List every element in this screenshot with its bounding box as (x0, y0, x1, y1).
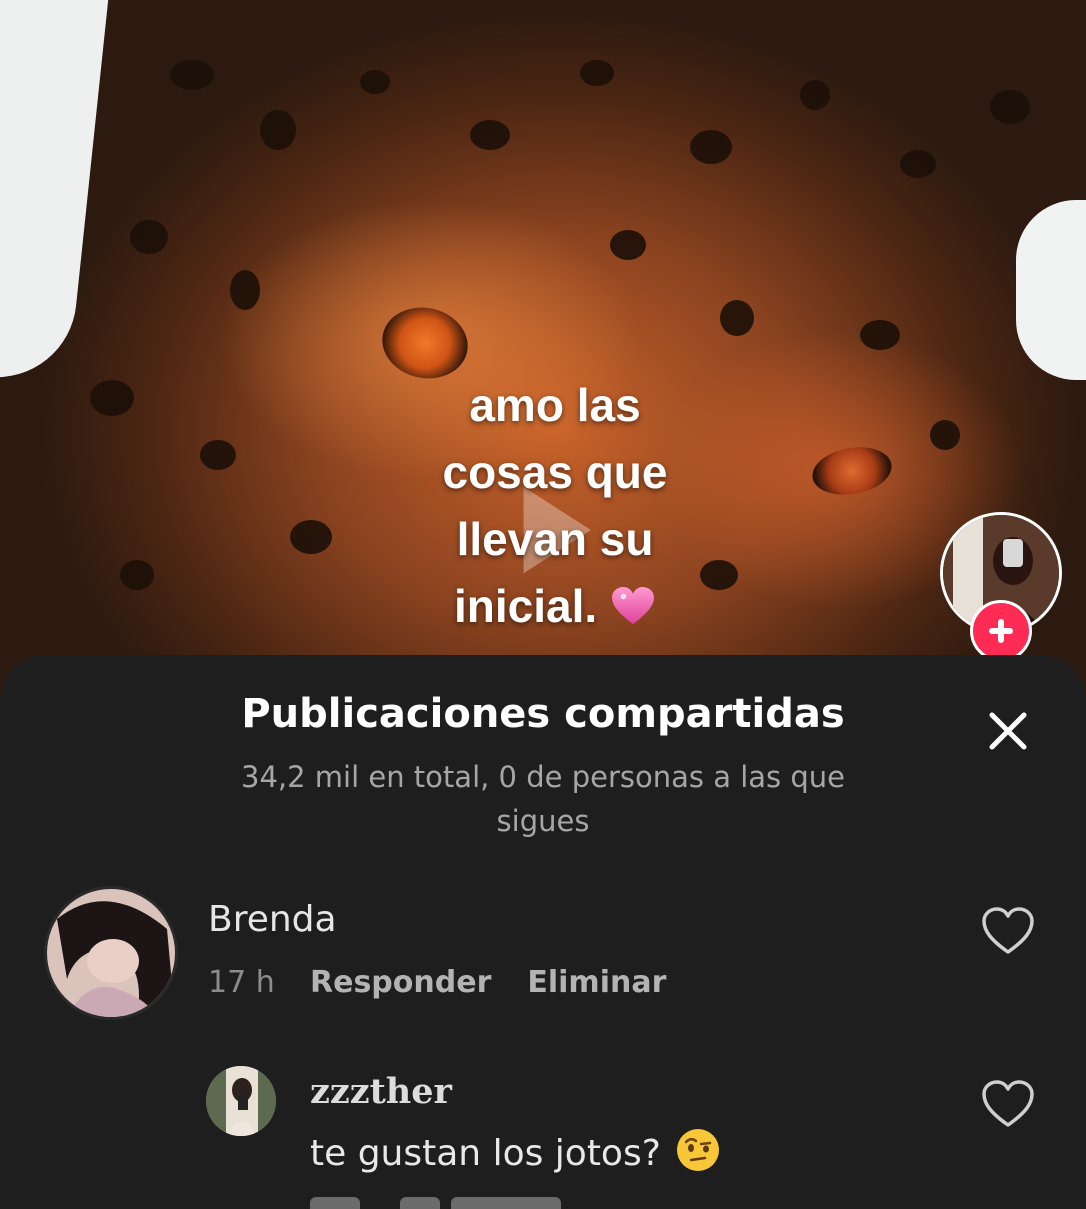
video-preview[interactable]: amo las cosas que llevan su inicial. (0, 0, 1086, 700)
fur-spot (360, 70, 390, 94)
fur-spot (470, 120, 510, 150)
fur-spot (130, 220, 168, 254)
fur-spot (120, 560, 154, 590)
cut-off-text (400, 1197, 441, 1209)
background-wall (0, 0, 112, 386)
fur-spot (860, 320, 900, 350)
comment-body: te gustan los jotos? (310, 1133, 661, 1174)
caption-line: llevan su (456, 513, 654, 565)
plus-icon (989, 619, 1013, 643)
fur-spot (260, 110, 296, 150)
fur-spot (170, 60, 214, 90)
background-wall (1016, 200, 1086, 380)
comment-text: te gustan los jotos? (310, 1127, 721, 1174)
fur-spot (230, 270, 260, 310)
heart-outline-icon[interactable] (981, 906, 1035, 956)
fur-spot (690, 130, 732, 164)
avatar-photo (206, 1066, 276, 1136)
delete-button[interactable]: Eliminar (527, 965, 666, 1000)
fur-spot (720, 300, 754, 336)
fur-spot (290, 520, 332, 554)
fur-spot (580, 60, 614, 86)
shared-posts-sheet: Publicaciones compartidas 34,2 mil en to… (0, 655, 1086, 1209)
caption-line: inicial. (454, 580, 598, 632)
fur-spot (610, 230, 646, 260)
avatar[interactable] (206, 1066, 276, 1136)
avatar[interactable] (44, 886, 178, 1020)
close-button[interactable] (978, 701, 1038, 761)
follow-button[interactable] (970, 600, 1032, 662)
fur-spot (900, 150, 936, 178)
caption-line: cosas que (442, 446, 668, 498)
comment-meta: 17 h Responder Eliminar (208, 965, 666, 1000)
caption-line: amo las (469, 379, 641, 431)
caption-line-last: inicial. (400, 573, 710, 640)
reply-button[interactable]: Responder (310, 965, 491, 1000)
fur-spot (990, 90, 1030, 124)
close-icon (989, 712, 1027, 750)
sheet-title: Publicaciones compartidas (241, 691, 845, 737)
face-with-raised-eyebrow-emoji-icon (676, 1129, 719, 1171)
comment-meta-cut-off (310, 1189, 610, 1209)
fur-spot (930, 420, 960, 450)
fur-spot (90, 380, 134, 416)
video-caption: amo las cosas que llevan su inicial. (400, 372, 710, 640)
sheet-subtitle: 34,2 mil en total, 0 de personas a las q… (241, 760, 845, 838)
cut-off-text (310, 1197, 360, 1209)
fur-spot (800, 80, 830, 110)
sparkling-heart-emoji-icon (612, 586, 654, 625)
comment-time: 17 h (208, 965, 275, 1000)
cut-off-text (450, 1197, 561, 1209)
comment-username[interactable]: zzzther (310, 1071, 452, 1112)
heart-outline-icon[interactable] (981, 1079, 1035, 1129)
leopard-eye (808, 441, 896, 501)
comment-username[interactable]: Brenda (208, 899, 337, 940)
avatar-photo (47, 889, 175, 1017)
fur-spot (200, 440, 236, 470)
